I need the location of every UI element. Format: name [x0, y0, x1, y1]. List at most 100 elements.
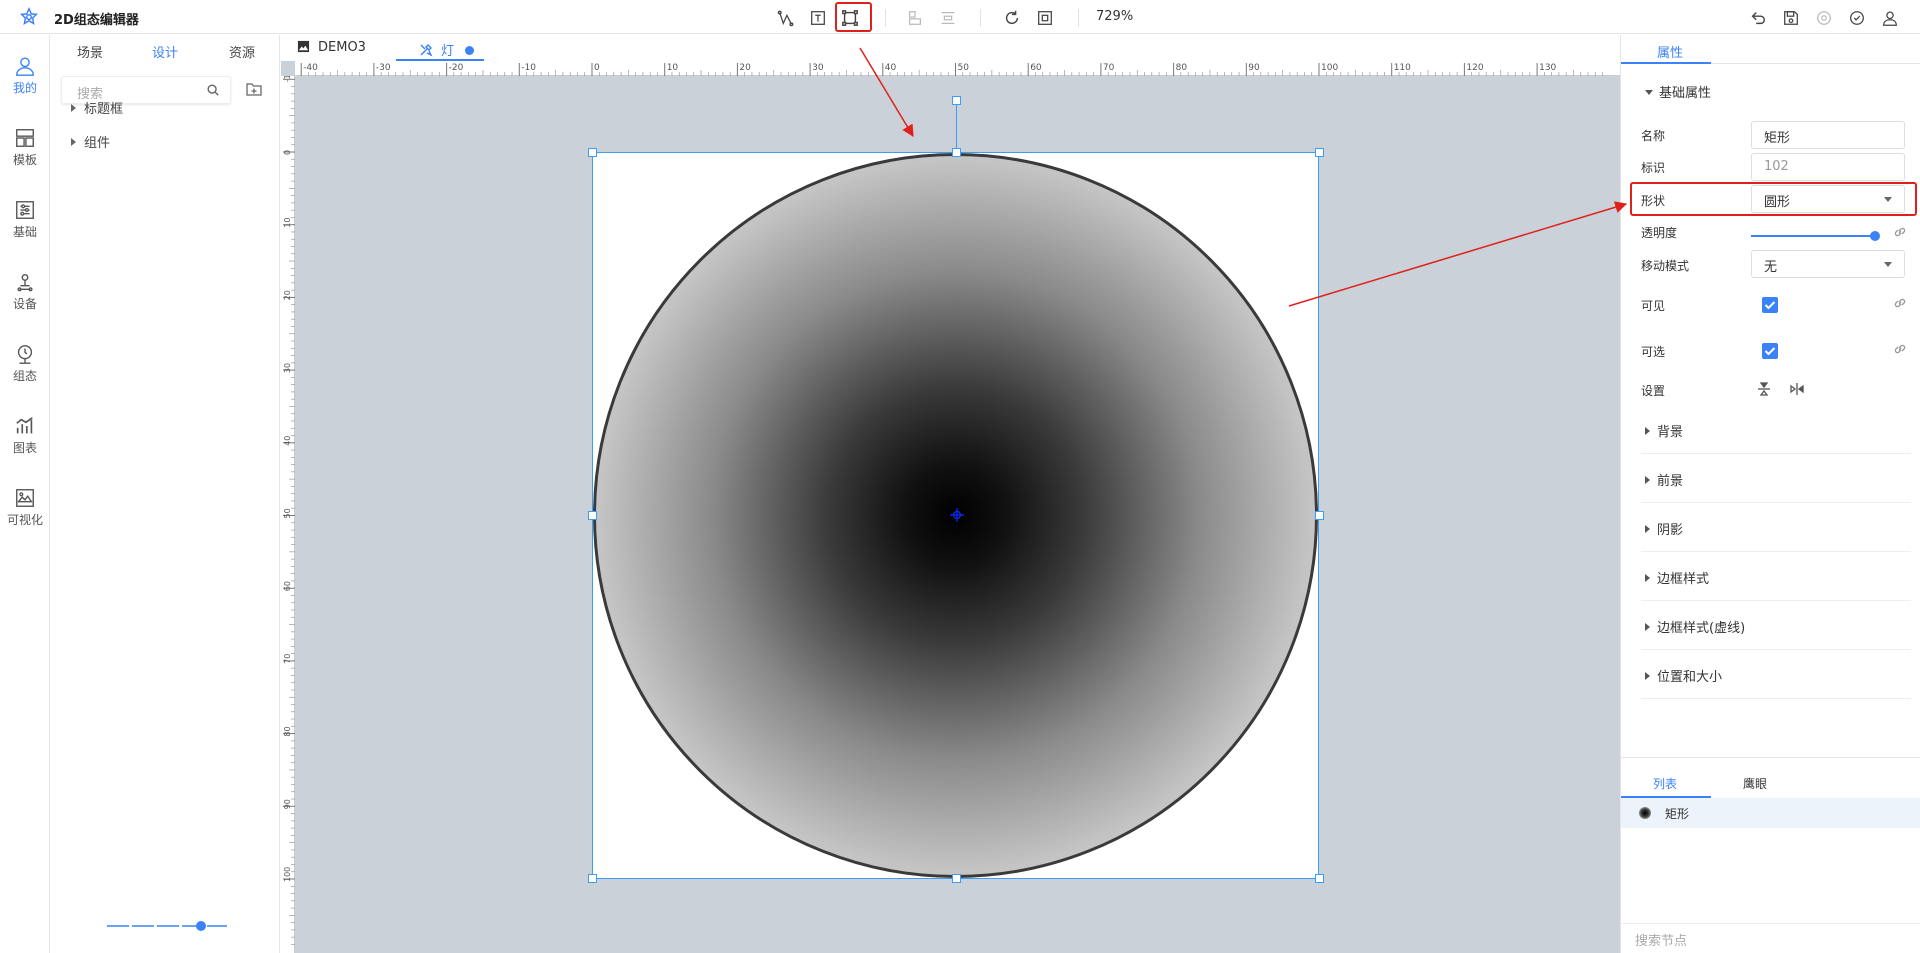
search-icon[interactable]: [206, 83, 220, 97]
name-field[interactable]: 矩形: [1751, 121, 1905, 149]
move-mode-select[interactable]: 无: [1751, 250, 1905, 278]
resize-handle-nw[interactable]: [588, 148, 597, 157]
rotation-line: [956, 100, 957, 152]
resize-handle-e[interactable]: [1315, 511, 1324, 520]
caret-right-icon: [1645, 427, 1650, 435]
tab-properties[interactable]: 属性: [1657, 42, 1683, 61]
save-icon[interactable]: [1779, 6, 1803, 30]
vertical-ruler: -10 0 10 20 30 40 50 60 70 80 90 100: [281, 76, 295, 953]
ruler-label: 40: [283, 436, 292, 446]
tab-eagle-eye[interactable]: 鹰眼: [1743, 775, 1767, 792]
tab-list[interactable]: 列表: [1653, 775, 1677, 792]
opacity-slider[interactable]: [1751, 230, 1881, 242]
connector-tool-icon[interactable]: [774, 6, 798, 30]
ruler-svg: -10 0 10 20 30 40 50 60 70 80 90 100: [283, 76, 295, 945]
publish-icon[interactable]: [1845, 6, 1869, 30]
ruler-label: -40: [303, 63, 318, 73]
nav-item-visual[interactable]: 可视化: [0, 483, 50, 539]
section-shadow[interactable]: 阴影: [1645, 519, 1683, 538]
preview-icon[interactable]: [1812, 6, 1836, 30]
panel-size-slider[interactable]: [107, 920, 227, 932]
layer-item[interactable]: 矩形: [1621, 798, 1920, 828]
tab-demo3[interactable]: DEMO3: [297, 40, 366, 55]
unsaved-dot: [465, 46, 475, 55]
resize-handle-w[interactable]: [588, 511, 597, 520]
nav-item-template[interactable]: 模板: [0, 123, 50, 179]
nav-item-basic[interactable]: 基础: [0, 195, 50, 251]
ruler-label: 90: [1248, 63, 1260, 73]
nav-item-chart[interactable]: 图表: [0, 411, 50, 467]
tree-item-title-box[interactable]: 标题框: [71, 98, 123, 117]
nav-label: 设备: [12, 297, 37, 311]
tree-item-components[interactable]: 组件: [71, 132, 110, 151]
section-background[interactable]: 背景: [1645, 421, 1683, 440]
resize-handle-s[interactable]: [952, 874, 961, 883]
divider: [1641, 551, 1911, 552]
flip-horizontal-icon[interactable]: [1788, 380, 1806, 398]
fit-screen-icon[interactable]: [1033, 6, 1057, 30]
ruler-label: 60: [283, 581, 292, 591]
rotate-handle[interactable]: [952, 96, 961, 105]
center-crosshair-icon: [950, 508, 964, 522]
section-border-dashed[interactable]: 边框样式(虚线): [1645, 617, 1745, 636]
move-mode-value: 无: [1764, 260, 1778, 275]
section-border-style[interactable]: 边框样式: [1645, 568, 1709, 587]
caret-right-icon: [1645, 623, 1650, 631]
ruler-label: 100: [1321, 63, 1338, 73]
section-position-size[interactable]: 位置和大小: [1645, 666, 1722, 685]
resize-handle-sw[interactable]: [588, 874, 597, 883]
nav-label: 图表: [12, 441, 37, 455]
highlight-box-shape: [1630, 182, 1917, 216]
tab-scene[interactable]: 场景: [77, 42, 103, 61]
section-title: 阴影: [1657, 523, 1684, 538]
caret-right-icon: [1645, 476, 1650, 484]
flip-vertical-icon[interactable]: [1755, 380, 1773, 398]
nav-label: 基础: [12, 225, 37, 239]
move-mode-label: 移动模式: [1641, 259, 1690, 273]
caret-right-icon: [1645, 525, 1650, 533]
design-panel: 场景 设计 资源 搜索 标题框 组件: [51, 35, 280, 953]
tab-lamp[interactable]: 灯: [419, 40, 475, 59]
resize-handle-n[interactable]: [952, 148, 961, 157]
nav-item-device[interactable]: 设备: [0, 267, 50, 323]
link-icon[interactable]: [1893, 342, 1907, 356]
sliders-icon: [16, 201, 34, 219]
ruler-label: 70: [1103, 63, 1115, 73]
tab-resource[interactable]: 资源: [229, 42, 255, 61]
section-foreground[interactable]: 前景: [1645, 470, 1683, 489]
ruler-label: 50: [958, 63, 970, 73]
zoom-level[interactable]: 729%: [1096, 9, 1133, 24]
resize-handle-ne[interactable]: [1315, 148, 1324, 157]
panel-tabs: 场景 设计 资源: [51, 35, 280, 65]
distribute-icon[interactable]: [936, 6, 960, 30]
text-tool-icon[interactable]: [806, 6, 830, 30]
visible-checkbox[interactable]: [1762, 297, 1778, 313]
node-search-input[interactable]: 搜索节点: [1621, 923, 1920, 953]
nav-item-config[interactable]: 组态: [0, 339, 50, 395]
tab-label: 灯: [441, 44, 455, 59]
section-basic-properties[interactable]: 基础属性: [1645, 82, 1711, 101]
tab-design[interactable]: 设计: [152, 42, 178, 61]
chart-icon: [16, 417, 33, 434]
link-icon[interactable]: [1893, 225, 1907, 239]
refresh-icon[interactable]: [1000, 6, 1024, 30]
nav-item-mine[interactable]: 我的: [0, 51, 50, 107]
selectable-checkbox[interactable]: [1762, 343, 1778, 359]
layer-thumbnail-icon: [1639, 807, 1651, 819]
resize-handle-se[interactable]: [1315, 874, 1324, 883]
ruler-label: -10: [283, 76, 292, 82]
property-panel: 属性 基础属性 名称 矩形 标识 102 形状 圆形 透明度 移动模式 无 可见…: [1620, 35, 1920, 953]
link-icon[interactable]: [1893, 296, 1907, 310]
ruler-label: 30: [283, 363, 292, 373]
caret-right-icon: [1645, 574, 1650, 582]
caret-right-icon: [71, 104, 76, 112]
name-label: 名称: [1641, 129, 1666, 143]
ruler-label: 90: [283, 799, 292, 809]
user-account-icon[interactable]: [1878, 6, 1902, 30]
settings-label: 设置: [1641, 384, 1666, 398]
ruler-label: 30: [812, 63, 824, 73]
align-icon[interactable]: [903, 6, 927, 30]
image-icon: [297, 40, 310, 53]
undo-icon[interactable]: [1746, 6, 1770, 30]
add-folder-icon[interactable]: [245, 80, 263, 98]
